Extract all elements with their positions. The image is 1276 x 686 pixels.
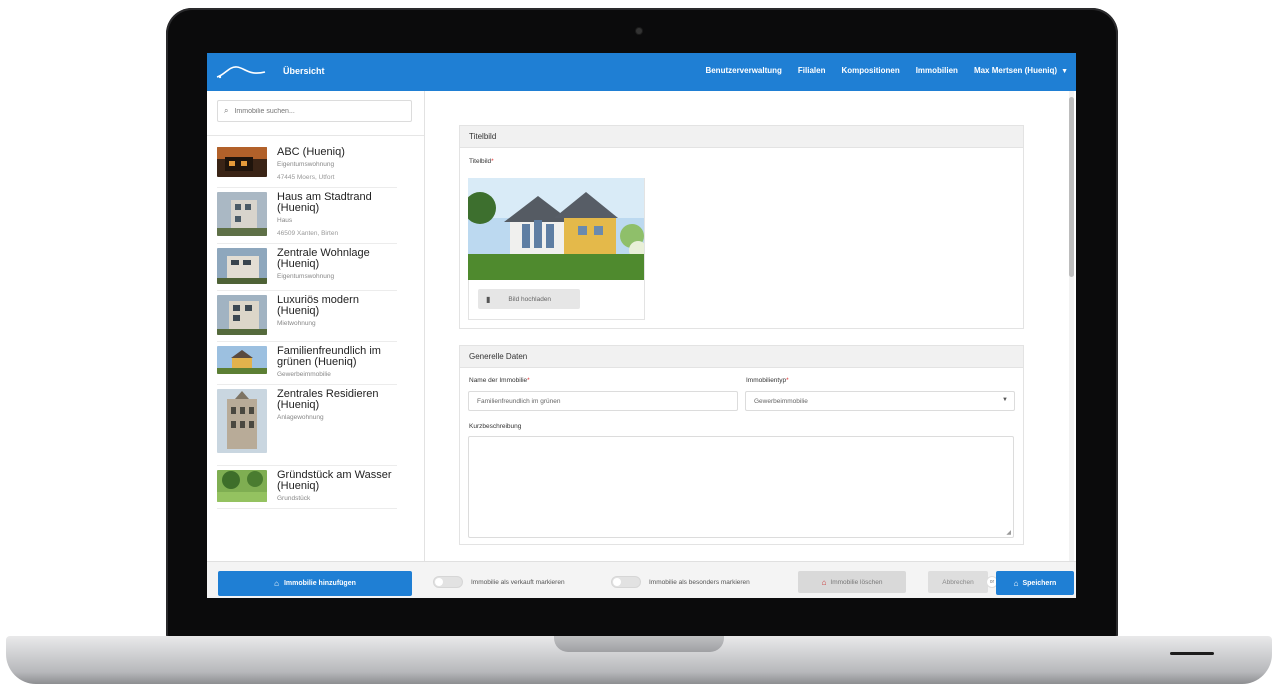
special-toggle-group: Immobilie als besonders markieren: [611, 576, 750, 588]
property-name: Zentrale Wohnlage (Hueniq): [277, 247, 370, 270]
delete-property-label: Immobilie löschen: [830, 578, 883, 586]
property-name: ABC (Hueniq): [277, 146, 345, 158]
property-name: Zentrales Residieren (Hueniq): [277, 388, 379, 411]
special-toggle-label: Immobilie als besonders markieren: [649, 578, 750, 586]
property-location: 47445 Moers, Utfort: [277, 174, 335, 181]
property-name-label: Name der Immobilie*: [469, 377, 530, 384]
property-thumbnail: [217, 147, 267, 177]
divider: [207, 135, 424, 136]
property-name: Familienfreundlich im grünen (Hueniq): [277, 345, 381, 368]
camera-icon: [636, 28, 642, 34]
caret-down-icon: ▼: [1061, 68, 1068, 75]
property-type: Grundstück: [277, 495, 311, 502]
scrollbar-thumb[interactable]: [1069, 97, 1074, 277]
nav-item-branches[interactable]: Filialen: [798, 66, 826, 75]
property-type: Gewerbeimmobilie: [277, 371, 331, 378]
property-type: Anlagewohnung: [277, 414, 324, 421]
property-list: ABC (Hueniq) Eigentumswohnung 47445 Moer…: [217, 143, 397, 509]
resize-handle-icon[interactable]: ◢: [1006, 529, 1011, 536]
caret-down-icon: ▼: [1002, 397, 1008, 403]
screen: Übersicht Benutzerverwaltung Filialen Ko…: [207, 53, 1076, 598]
panel-heading: Generelle Daten: [460, 346, 1023, 368]
property-location: 46509 Xanten, Birten: [277, 230, 339, 237]
property-thumbnail: [217, 346, 267, 374]
sold-toggle-label: Immobilie als verkauft markieren: [471, 578, 565, 586]
toggle-knob: [435, 578, 443, 586]
top-navigation-bar: Übersicht Benutzerverwaltung Filialen Ko…: [207, 53, 1076, 91]
house-icon: ⌂: [274, 579, 279, 588]
user-menu[interactable]: Max Mertsen (Hueniq) ▼: [974, 66, 1068, 75]
property-type-value: Gewerbeimmobilie: [754, 398, 808, 405]
property-name-input[interactable]: Familienfreundlich im grünen: [468, 391, 738, 411]
house-icon: ⌂: [1013, 578, 1019, 588]
delete-property-button[interactable]: ⌂ Immobilie löschen: [798, 571, 906, 593]
title-image[interactable]: [468, 178, 644, 280]
description-label: Kurzbeschreibung: [469, 423, 522, 430]
list-item[interactable]: Zentrale Wohnlage (Hueniq) Eigentumswohn…: [217, 244, 397, 291]
search-box[interactable]: ⌕: [217, 100, 412, 122]
upload-image-button[interactable]: ▮ Bild hochladen: [478, 289, 580, 309]
property-thumbnail: [217, 248, 267, 284]
toggle-knob: [613, 578, 621, 586]
add-property-label: Immobilie hinzufügen: [283, 580, 356, 587]
special-toggle[interactable]: [611, 576, 641, 588]
sold-toggle[interactable]: [433, 576, 463, 588]
list-item[interactable]: Familienfreundlich im grünen (Hueniq) Ge…: [217, 342, 397, 385]
property-type: Mietwohnung: [277, 320, 316, 327]
nav-overview-link[interactable]: Übersicht: [283, 66, 325, 76]
panel-heading: Titelbild: [460, 126, 1023, 148]
laptop-notch: [554, 636, 724, 652]
property-name: Luxuriös modern (Hueniq): [277, 294, 359, 317]
list-item[interactable]: Zentrales Residieren (Hueniq) Anlagewohn…: [217, 385, 397, 466]
logo-icon[interactable]: [215, 62, 267, 82]
nav-item-compositions[interactable]: Kompositionen: [841, 66, 899, 75]
save-label: Speichern: [1022, 579, 1057, 587]
description-textarea[interactable]: ◢: [468, 436, 1014, 538]
list-item[interactable]: Haus am Stadtrand (Hueniq) Haus 46509 Xa…: [217, 188, 397, 244]
property-thumbnail: [217, 389, 267, 453]
nav-item-properties[interactable]: Immobilien: [916, 66, 958, 75]
nav-menu: Benutzerverwaltung Filialen Kompositione…: [705, 66, 1068, 75]
property-type: Eigentumswohnung: [277, 161, 335, 168]
property-type-select[interactable]: Gewerbeimmobilie ▼: [745, 391, 1015, 411]
property-thumbnail: [217, 470, 267, 502]
main-scrollbar[interactable]: [1069, 91, 1074, 561]
save-button[interactable]: ⌂ Speichern: [996, 571, 1074, 595]
search-icon: ⌕: [224, 106, 229, 115]
title-image-label: Titelbild*: [469, 158, 494, 165]
action-footer: ⌂ Immobilie hinzufügen Immobilie als ver…: [207, 561, 1076, 598]
property-type-label: Immobilientyp*: [746, 377, 789, 384]
list-item[interactable]: Luxuriös modern (Hueniq) Mietwohnung: [217, 291, 397, 342]
list-item[interactable]: ABC (Hueniq) Eigentumswohnung 47445 Moer…: [217, 143, 397, 188]
property-type: Eigentumswohnung: [277, 273, 335, 280]
property-name: Haus am Stadtrand (Hueniq): [277, 191, 372, 214]
file-icon: ▮: [486, 294, 491, 304]
laptop-base-mark: [1170, 652, 1214, 655]
title-image-panel: Titelbild Titelbild* ▮ Bild hochladen: [459, 125, 1024, 329]
list-item[interactable]: Gründstück am Wasser (Hueniq) Grundstück: [217, 466, 397, 509]
main-content: Titelbild Titelbild* ▮ Bild hochladen Ge…: [425, 91, 1065, 561]
nav-item-user-management[interactable]: Benutzerverwaltung: [705, 66, 781, 75]
search-input[interactable]: [234, 107, 395, 115]
property-name: Gründstück am Wasser (Hueniq): [277, 469, 392, 492]
property-type: Haus: [277, 217, 293, 224]
property-thumbnail: [217, 295, 267, 335]
house-icon: ⌂: [821, 577, 827, 587]
property-thumbnail: [217, 192, 267, 236]
general-data-panel: Generelle Daten Name der Immobilie* Fami…: [459, 345, 1024, 545]
cancel-button[interactable]: Abbrechen: [928, 571, 988, 593]
upload-image-label: Bild hochladen: [508, 295, 552, 303]
add-property-button[interactable]: ⌂ Immobilie hinzufügen: [218, 571, 412, 596]
user-name: Max Mertsen (Hueniq): [973, 66, 1058, 75]
property-sidebar: ⌕ ABC (Hueniq) Eigentumswohnung 47445 Mo…: [207, 91, 425, 561]
sold-toggle-group: Immobilie als verkauft markieren: [433, 576, 565, 588]
